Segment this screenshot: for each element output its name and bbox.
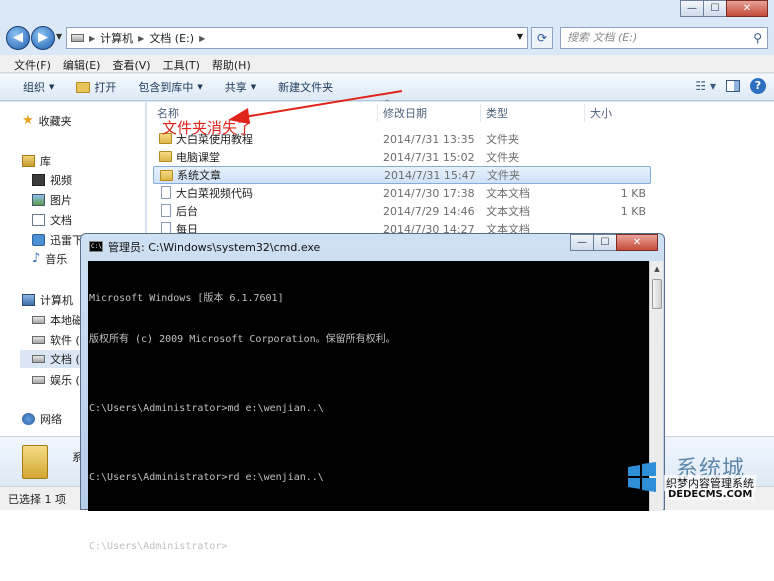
cmd-line: C:\Users\Administrator>rd e:\wenjian..\ [89,471,324,483]
cmd-title: 管理员: C:\Windows\system32\cmd.exe [108,241,321,254]
cmd-prompt-line: C:\Users\Administrator> [89,540,228,552]
cmd-icon: C:\ [89,241,103,252]
arrow-shaft [243,90,403,118]
cmd-window: C:\ 管理员: C:\Windows\system32\cmd.exe — ☐… [80,233,665,552]
cmd-line: C:\Users\Administrator>md e:\wenjian..\ [89,402,324,414]
watermark-line2: DEDECMS.COM [666,489,755,500]
watermark: 系统城 织梦内容管理系统 DEDECMS.COM [618,455,774,510]
cmd-console[interactable]: Microsoft Windows [版本 6.1.7601] 版权所有 (c)… [88,261,649,552]
windows-logo-icon [628,462,656,492]
cmd-title-bar[interactable]: C:\ 管理员: C:\Windows\system32\cmd.exe — ☐… [81,234,664,258]
scroll-up-icon[interactable]: ▲ [651,263,663,275]
cmd-output: Microsoft Windows [版本 6.1.7601] 版权所有 (c)… [89,264,643,581]
cmd-window-controls: — ☐ ✕ [570,234,658,251]
cmd-minimize-button[interactable]: — [570,234,594,251]
cmd-line: 版权所有 (c) 2009 Microsoft Corporation。保留所有… [89,333,396,345]
scroll-thumb[interactable] [652,279,662,309]
cmd-close-button[interactable]: ✕ [616,234,658,251]
cmd-maximize-button[interactable]: ☐ [593,234,617,251]
annotation-text: 文件夹消失了 [162,119,253,137]
cmd-line: Microsoft Windows [版本 6.1.7601] [89,292,284,304]
